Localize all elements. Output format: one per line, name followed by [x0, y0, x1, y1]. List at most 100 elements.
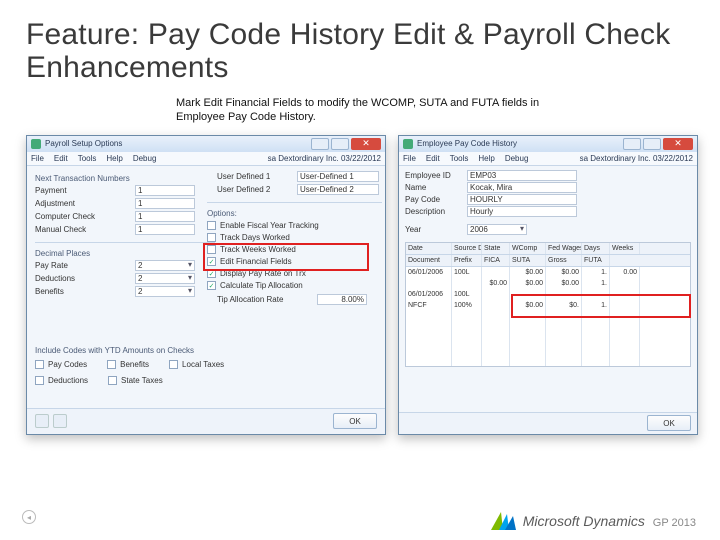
- chk-track-weeks[interactable]: Track Weeks Worked: [207, 244, 382, 256]
- chk-fiscal-year[interactable]: Enable Fiscal Year Tracking: [207, 220, 382, 232]
- cell[interactable]: 0.00: [610, 267, 640, 278]
- grid-row[interactable]: 06/01/2006100L: [406, 289, 690, 300]
- grid-row[interactable]: 06/01/2006100L$0.00$0.001.0.00: [406, 267, 690, 278]
- cell[interactable]: 100L: [452, 289, 482, 300]
- grid-row-empty[interactable]: [406, 344, 690, 355]
- col-prefix[interactable]: Prefix: [452, 255, 482, 266]
- close-button[interactable]: ✕: [663, 138, 693, 150]
- dd-deductions[interactable]: 2: [135, 273, 195, 284]
- chk-state-taxes[interactable]: State Taxes: [108, 375, 163, 387]
- grid-row[interactable]: $0.00$0.00$0.001.: [406, 278, 690, 289]
- cell[interactable]: [610, 289, 640, 300]
- menu-edit[interactable]: Edit: [54, 154, 68, 163]
- close-button[interactable]: ✕: [351, 138, 381, 150]
- cell[interactable]: 1.: [582, 300, 610, 311]
- minimize-button[interactable]: [623, 138, 641, 150]
- dd-benefits[interactable]: 2: [135, 286, 195, 297]
- col-state[interactable]: State: [482, 243, 510, 254]
- grid-row-empty[interactable]: [406, 355, 690, 366]
- chk-deductions-ytd[interactable]: Deductions: [35, 375, 88, 387]
- grid-row-empty[interactable]: [406, 333, 690, 344]
- cell[interactable]: [640, 300, 670, 311]
- cell[interactable]: 100L: [452, 267, 482, 278]
- cell[interactable]: [482, 300, 510, 311]
- maximize-button[interactable]: [643, 138, 661, 150]
- fld-manual-check[interactable]: 1: [135, 224, 195, 235]
- minimize-button[interactable]: [311, 138, 329, 150]
- titlebar[interactable]: Employee Pay Code History ✕: [399, 136, 697, 152]
- cell[interactable]: 06/01/2006: [406, 289, 452, 300]
- cell[interactable]: $0.00: [510, 300, 546, 311]
- fld-empid[interactable]: EMP03: [467, 170, 577, 181]
- col-doc[interactable]: Document: [406, 255, 452, 266]
- cell[interactable]: [610, 300, 640, 311]
- menu-edit[interactable]: Edit: [426, 154, 440, 163]
- col-source[interactable]: Source Doc.: [452, 243, 482, 254]
- cell[interactable]: NFCF: [406, 300, 452, 311]
- cell[interactable]: 100%: [452, 300, 482, 311]
- cell[interactable]: [582, 289, 610, 300]
- fld-ud2[interactable]: User-Defined 2: [297, 184, 379, 195]
- menu-help[interactable]: Help: [106, 154, 122, 163]
- help-icon[interactable]: [53, 414, 67, 428]
- cell[interactable]: $0.00: [546, 278, 582, 289]
- cell[interactable]: [452, 278, 482, 289]
- col-fedwages[interactable]: Fed Wages: [546, 243, 582, 254]
- col-days[interactable]: Days: [582, 243, 610, 254]
- menu-tools[interactable]: Tools: [450, 154, 469, 163]
- chk-local-taxes[interactable]: Local Taxes: [169, 359, 224, 371]
- cell[interactable]: [510, 289, 546, 300]
- cell[interactable]: 1.: [582, 267, 610, 278]
- chk-track-days[interactable]: Track Days Worked: [207, 232, 382, 244]
- menu-help[interactable]: Help: [478, 154, 494, 163]
- cell[interactable]: [610, 278, 640, 289]
- cell[interactable]: [640, 289, 670, 300]
- history-grid[interactable]: Date Source Doc. State WComp Fed Wages D…: [405, 242, 691, 367]
- cell[interactable]: $0.00: [482, 278, 510, 289]
- chk-benefits-ytd[interactable]: Benefits: [107, 359, 149, 371]
- cell[interactable]: [482, 267, 510, 278]
- col-extra[interactable]: [640, 243, 670, 254]
- cell[interactable]: $0.00: [546, 267, 582, 278]
- cell[interactable]: 1.: [582, 278, 610, 289]
- cell[interactable]: [482, 289, 510, 300]
- chk-display-payrate[interactable]: Display Pay Rate on Trx: [207, 268, 382, 280]
- col-date[interactable]: Date: [406, 243, 452, 254]
- cell[interactable]: [546, 289, 582, 300]
- grid-row-empty[interactable]: [406, 311, 690, 322]
- maximize-button[interactable]: [331, 138, 349, 150]
- cell[interactable]: 06/01/2006: [406, 267, 452, 278]
- fld-paycode[interactable]: HOURLY: [467, 194, 577, 205]
- col-fica[interactable]: FICA: [482, 255, 510, 266]
- menu-tools[interactable]: Tools: [78, 154, 97, 163]
- fld-tip-rate[interactable]: 8.00%: [317, 294, 367, 305]
- chk-edit-financial[interactable]: Edit Financial Fields: [207, 256, 382, 268]
- grid-row-empty[interactable]: [406, 322, 690, 333]
- col-e2[interactable]: [610, 255, 640, 266]
- dd-payrate[interactable]: 2: [135, 260, 195, 271]
- cell[interactable]: $0.: [546, 300, 582, 311]
- cell[interactable]: [640, 267, 670, 278]
- fld-adjustment[interactable]: 1: [135, 198, 195, 209]
- col-weeks[interactable]: Weeks: [610, 243, 640, 254]
- col-gross[interactable]: Gross: [546, 255, 582, 266]
- menu-debug[interactable]: Debug: [133, 154, 157, 163]
- menu-debug[interactable]: Debug: [505, 154, 529, 163]
- fld-payment[interactable]: 1: [135, 185, 195, 196]
- ok-button[interactable]: OK: [647, 415, 691, 431]
- cell[interactable]: [406, 278, 452, 289]
- grid-row[interactable]: NFCF100% $0.00$0.1.: [406, 300, 690, 311]
- print-icon[interactable]: [35, 414, 49, 428]
- col-futa[interactable]: FUTA: [582, 255, 610, 266]
- menu-file[interactable]: File: [403, 154, 416, 163]
- ok-button[interactable]: OK: [333, 413, 377, 429]
- menu-file[interactable]: File: [31, 154, 44, 163]
- col-suta[interactable]: SUTA: [510, 255, 546, 266]
- col-wcomp[interactable]: WComp: [510, 243, 546, 254]
- chk-tip-alloc[interactable]: Calculate Tip Allocation: [207, 280, 382, 292]
- chk-pay-codes[interactable]: Pay Codes: [35, 359, 87, 371]
- dd-year[interactable]: 2006: [467, 224, 527, 235]
- fld-computer-check[interactable]: 1: [135, 211, 195, 222]
- cell[interactable]: [640, 278, 670, 289]
- titlebar[interactable]: Payroll Setup Options ✕: [27, 136, 385, 152]
